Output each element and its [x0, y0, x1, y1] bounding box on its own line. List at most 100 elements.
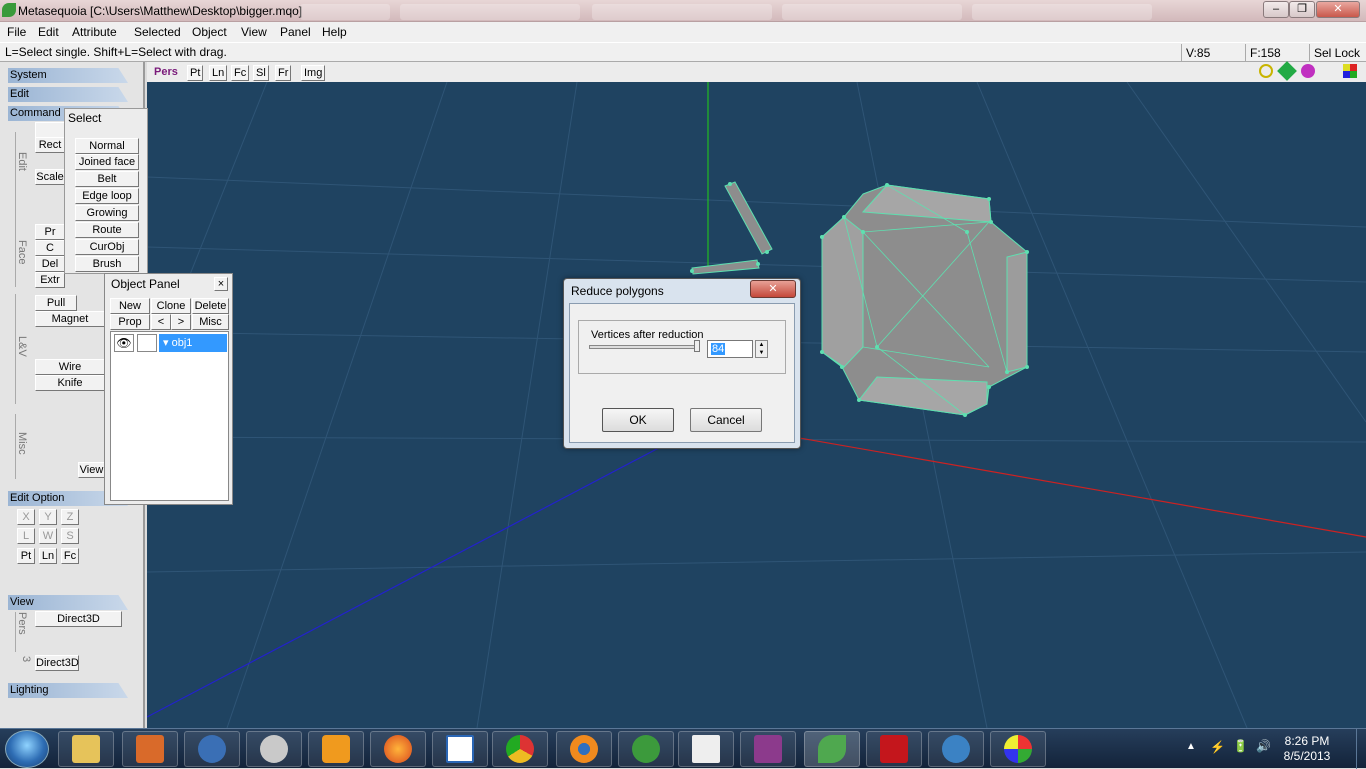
taskbar-winrar[interactable]	[740, 731, 796, 767]
taskbar-file[interactable]	[678, 731, 734, 767]
knife-button[interactable]: Knife	[35, 375, 105, 391]
select-route-button[interactable]: Route	[75, 222, 139, 238]
local-toggle[interactable]: L	[17, 528, 35, 544]
view-section[interactable]: View	[8, 595, 128, 610]
view-ln-button[interactable]: Ln	[209, 65, 228, 81]
minimize-button[interactable]: –	[1263, 1, 1289, 18]
lock-toggle-icon[interactable]	[137, 334, 157, 352]
menu-file[interactable]: File	[7, 25, 26, 39]
object-prev-button[interactable]: <	[151, 314, 171, 330]
vertices-spinner[interactable]: ▲ ▼	[755, 340, 768, 358]
select-belt-button[interactable]: Belt	[75, 171, 139, 187]
select-edge-loop-button[interactable]: Edge loop	[75, 188, 139, 204]
taskbar-blender[interactable]	[556, 731, 612, 767]
delete-button[interactable]: Del	[35, 256, 65, 272]
object-misc-button[interactable]: Misc	[192, 314, 229, 330]
zoom-icon[interactable]	[1259, 64, 1273, 78]
taskbar-app-14[interactable]	[928, 731, 984, 767]
dialog-close-button[interactable]: ✕	[750, 280, 796, 298]
show-desktop-button[interactable]	[1356, 729, 1366, 769]
axis-y-toggle[interactable]: Y	[39, 509, 57, 525]
taskbar-acrobat[interactable]	[866, 731, 922, 767]
select-brush-button[interactable]: Brush	[75, 256, 139, 272]
rotate-icon[interactable]	[1301, 64, 1315, 78]
command-blank-button[interactable]	[35, 122, 65, 138]
taskbar-metasequoia[interactable]	[804, 731, 860, 767]
taskbar-paint[interactable]	[990, 731, 1046, 767]
sel-lock-button[interactable]: Sel Lock	[1309, 44, 1366, 61]
magnet-button[interactable]: Magnet	[35, 311, 105, 327]
object-panel-close-button[interactable]: ×	[214, 277, 228, 291]
reduction-slider[interactable]	[589, 340, 700, 352]
taskbar-app-4[interactable]	[246, 731, 302, 767]
view-button[interactable]: View	[78, 462, 105, 478]
axis-z-toggle[interactable]: Z	[61, 509, 79, 525]
pan-icon[interactable]	[1277, 61, 1297, 81]
menu-attribute[interactable]: Attribute	[72, 25, 117, 39]
object-delete-button[interactable]: Delete	[192, 298, 229, 314]
point-mode-toggle[interactable]: Pt	[17, 548, 35, 564]
cancel-button[interactable]: Cancel	[690, 408, 762, 432]
system-section[interactable]: System	[8, 68, 128, 83]
wire-button[interactable]: Wire	[35, 359, 105, 375]
maximize-button[interactable]: ❐	[1289, 1, 1315, 18]
menu-view[interactable]: View	[241, 25, 267, 39]
system-clock[interactable]: 8:26 PM 8/5/2013	[1262, 734, 1352, 764]
object-next-button[interactable]: >	[171, 314, 191, 330]
menu-panel[interactable]: Panel	[280, 25, 311, 39]
pr-button[interactable]: Pr	[35, 224, 65, 240]
spin-up-icon[interactable]: ▲	[756, 341, 767, 349]
spin-down-icon[interactable]: ▼	[756, 349, 767, 357]
taskbar-explorer[interactable]	[58, 731, 114, 767]
view-sl-button[interactable]: Sl	[253, 65, 269, 81]
show-hidden-icons[interactable]: ▲	[1186, 741, 1196, 752]
visibility-eye-icon[interactable]: 👁	[114, 334, 134, 352]
edit-section[interactable]: Edit	[8, 87, 128, 102]
world-toggle[interactable]: W	[39, 528, 57, 544]
select-growing-button[interactable]: Growing	[75, 205, 139, 221]
extrude-button[interactable]: Extr	[35, 272, 65, 288]
color-palette-icon[interactable]	[1343, 64, 1357, 78]
ok-button[interactable]: OK	[602, 408, 674, 432]
c-button[interactable]: C	[35, 240, 65, 256]
vertices-input[interactable]: 84	[707, 340, 753, 358]
face-mode-toggle[interactable]: Fc	[61, 548, 79, 564]
power-icon[interactable]: ⚡	[1210, 740, 1225, 754]
line-mode-toggle[interactable]: Ln	[39, 548, 57, 564]
object-row-obj1[interactable]: ▾ obj1	[159, 334, 227, 352]
rect-button[interactable]: Rect	[35, 137, 65, 153]
taskbar-media-player[interactable]	[308, 731, 364, 767]
taskbar-chrome[interactable]	[492, 731, 548, 767]
view-img-button[interactable]: Img	[301, 65, 326, 81]
object-clone-button[interactable]: Clone	[151, 298, 191, 314]
pull-button[interactable]: Pull	[35, 295, 77, 311]
slider-thumb[interactable]	[694, 340, 700, 352]
taskbar-firefox[interactable]	[370, 731, 426, 767]
view-fc-button[interactable]: Fc	[231, 65, 250, 81]
select-normal-button[interactable]: Normal	[75, 138, 139, 154]
taskbar-utorrent[interactable]	[618, 731, 674, 767]
screen-toggle[interactable]: S	[61, 528, 79, 544]
taskbar-app-2[interactable]	[122, 731, 178, 767]
taskbar-app-3[interactable]	[184, 731, 240, 767]
menu-help[interactable]: Help	[322, 25, 347, 39]
view-pt-button[interactable]: Pt	[187, 65, 204, 81]
select-joined-face-button[interactable]: Joined face	[75, 154, 139, 170]
menu-object[interactable]: Object	[192, 25, 227, 39]
start-button[interactable]	[5, 730, 49, 768]
view-pers-button[interactable]: Pers	[152, 65, 180, 81]
taskbar-writer[interactable]	[432, 731, 488, 767]
scale-button[interactable]: Scale	[35, 169, 65, 185]
lighting-section[interactable]: Lighting	[8, 683, 128, 698]
axis-x-toggle[interactable]: X	[17, 509, 35, 525]
select-curobj-button[interactable]: CurObj	[75, 239, 139, 255]
menu-selected[interactable]: Selected	[134, 25, 181, 39]
close-button[interactable]: ✕	[1316, 1, 1360, 18]
object-prop-button[interactable]: Prop	[110, 314, 150, 330]
direct3d-button-2[interactable]: Direct3D	[35, 655, 79, 671]
direct3d-button[interactable]: Direct3D	[35, 611, 122, 627]
object-new-button[interactable]: New	[110, 298, 150, 314]
menu-edit[interactable]: Edit	[38, 25, 59, 39]
battery-icon[interactable]: 🔋	[1233, 739, 1248, 753]
view-fr-button[interactable]: Fr	[275, 65, 292, 81]
